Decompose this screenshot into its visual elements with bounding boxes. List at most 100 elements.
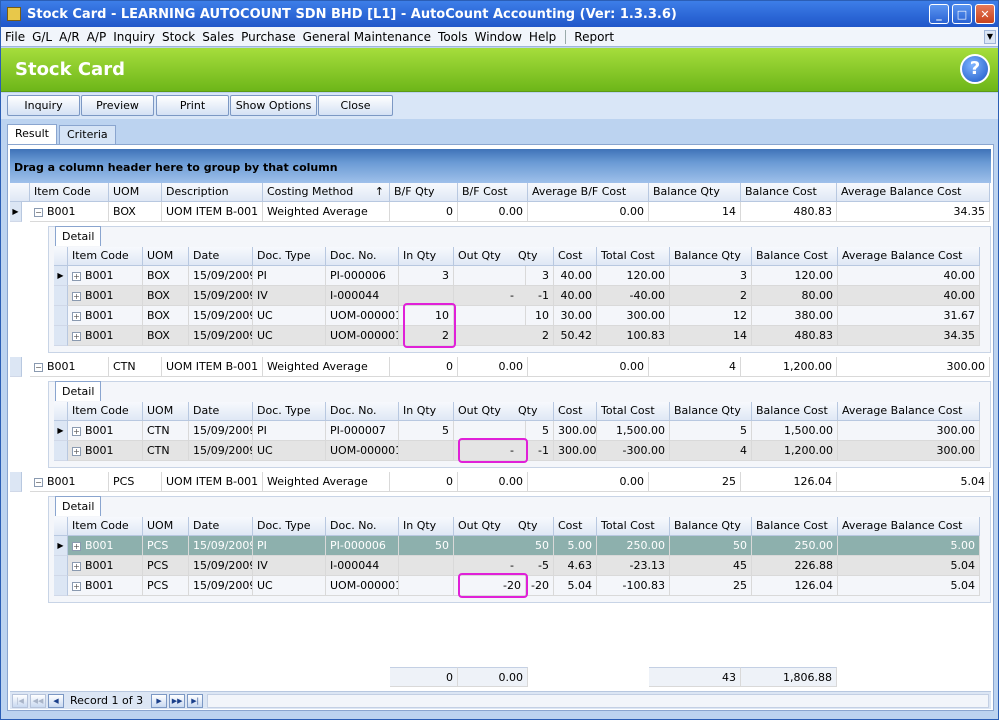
- detail-column-header-uom[interactable]: UOM: [143, 247, 189, 266]
- column-header-b-f-cost[interactable]: B/F Cost: [458, 183, 528, 202]
- nav-next-page-button[interactable]: ▶▶: [169, 693, 186, 708]
- detail-column-header-doc-no-[interactable]: Doc. No.: [326, 517, 399, 536]
- detail-column-header-date[interactable]: Date: [189, 517, 253, 536]
- detail-column-header-in-qty[interactable]: In Qty: [399, 517, 454, 536]
- expand-icon[interactable]: +: [72, 541, 81, 551]
- expand-icon[interactable]: +: [72, 331, 81, 341]
- print-button[interactable]: Print: [156, 95, 229, 116]
- expand-icon[interactable]: +: [72, 581, 81, 591]
- menu-item-a-r[interactable]: A/R: [59, 30, 80, 44]
- main-cell: 300.00: [837, 357, 990, 377]
- tab-criteria[interactable]: Criteria: [59, 125, 116, 144]
- nav-prev-button[interactable]: ◀: [48, 693, 64, 708]
- detail-column-header-item-code[interactable]: Item Code: [68, 402, 143, 421]
- menu-item-purchase[interactable]: Purchase: [241, 30, 296, 44]
- detail-cell: PI: [253, 421, 326, 441]
- detail-column-header-cost[interactable]: Cost: [554, 247, 597, 266]
- expand-icon[interactable]: +: [72, 271, 81, 281]
- expand-icon[interactable]: +: [72, 311, 81, 321]
- menu-item-stock[interactable]: Stock: [162, 30, 195, 44]
- detail-column-header-doc-type[interactable]: Doc. Type: [253, 247, 326, 266]
- detail-tab[interactable]: Detail: [55, 226, 102, 246]
- column-header-average-b-f-cost[interactable]: Average B/F Cost: [528, 183, 649, 202]
- close-window-button[interactable]: ✕: [975, 4, 995, 24]
- detail-column-header-total-cost[interactable]: Total Cost: [597, 402, 670, 421]
- help-icon[interactable]: ?: [960, 54, 990, 84]
- menu-item-window[interactable]: Window: [475, 30, 522, 44]
- detail-column-header-doc-type[interactable]: Doc. Type: [253, 402, 326, 421]
- detail-column-header-qty[interactable]: Qty: [514, 247, 554, 266]
- detail-column-header-cost[interactable]: Cost: [554, 517, 597, 536]
- expand-icon[interactable]: +: [72, 561, 81, 571]
- menu-item-help[interactable]: Help: [529, 30, 556, 44]
- nav-prev-page-button[interactable]: ◀◀: [30, 693, 46, 708]
- detail-column-header-average-balance-cost[interactable]: Average Balance Cost: [838, 247, 980, 266]
- detail-column-header-uom[interactable]: UOM: [143, 517, 189, 536]
- column-header-costing-method[interactable]: Costing Method ↑: [263, 183, 390, 202]
- nav-first-button[interactable]: |◀: [12, 693, 28, 708]
- column-header-b-f-qty[interactable]: B/F Qty: [390, 183, 458, 202]
- menu-item-sales[interactable]: Sales: [202, 30, 234, 44]
- menu-item-a-p[interactable]: A/P: [87, 30, 107, 44]
- expand-icon[interactable]: +: [72, 291, 81, 301]
- detail-tab[interactable]: Detail: [55, 381, 102, 401]
- detail-column-header-balance-qty[interactable]: Balance Qty: [670, 402, 752, 421]
- menu-item-g-l[interactable]: G/L: [32, 30, 52, 44]
- preview-button[interactable]: Preview: [81, 95, 154, 116]
- collapse-icon[interactable]: −: [34, 362, 43, 372]
- nav-next-button[interactable]: ▶: [151, 693, 168, 708]
- collapse-icon[interactable]: −: [34, 207, 43, 217]
- chevron-down-icon[interactable]: ▼: [984, 30, 996, 44]
- detail-column-header-uom[interactable]: UOM: [143, 402, 189, 421]
- expand-icon[interactable]: +: [72, 446, 81, 456]
- column-header-description[interactable]: Description: [162, 183, 263, 202]
- detail-column-header-balance-qty[interactable]: Balance Qty: [670, 517, 752, 536]
- menu-item-inquiry[interactable]: Inquiry: [113, 30, 155, 44]
- tab-result[interactable]: Result: [7, 124, 57, 145]
- detail-column-header-average-balance-cost[interactable]: Average Balance Cost: [838, 517, 980, 536]
- inquiry-button[interactable]: Inquiry: [7, 95, 80, 116]
- maximize-button[interactable]: □: [952, 4, 972, 24]
- minimize-button[interactable]: _: [929, 4, 949, 24]
- menu-item-general-maintenance[interactable]: General Maintenance: [303, 30, 431, 44]
- column-header-uom[interactable]: UOM: [109, 183, 162, 202]
- detail-column-header-date[interactable]: Date: [189, 247, 253, 266]
- detail-column-header-date[interactable]: Date: [189, 402, 253, 421]
- cell-text: B001: [85, 559, 114, 572]
- group-by-panel[interactable]: Drag a column header here to group by th…: [10, 149, 991, 183]
- detail-column-header-in-qty[interactable]: In Qty: [399, 402, 454, 421]
- menu-item-tools[interactable]: Tools: [438, 30, 468, 44]
- detail-column-header-in-qty[interactable]: In Qty: [399, 247, 454, 266]
- detail-column-header-item-code[interactable]: Item Code: [68, 247, 143, 266]
- detail-column-header-balance-cost[interactable]: Balance Cost: [752, 517, 838, 536]
- column-header-balance-qty[interactable]: Balance Qty: [649, 183, 741, 202]
- detail-tab[interactable]: Detail: [55, 496, 102, 516]
- horizontal-scrollbar[interactable]: [207, 693, 989, 708]
- menu-item-report[interactable]: Report: [574, 30, 614, 44]
- collapse-icon[interactable]: −: [34, 477, 43, 487]
- detail-column-header-total-cost[interactable]: Total Cost: [597, 517, 670, 536]
- menu-item-file[interactable]: File: [5, 30, 25, 44]
- detail-column-header-balance-cost[interactable]: Balance Cost: [752, 402, 838, 421]
- detail-column-header-doc-type[interactable]: Doc. Type: [253, 517, 326, 536]
- column-header-item-code[interactable]: Item Code: [30, 183, 109, 202]
- detail-column-header-doc-no-[interactable]: Doc. No.: [326, 402, 399, 421]
- detail-column-header-total-cost[interactable]: Total Cost: [597, 247, 670, 266]
- show-options-button[interactable]: Show Options: [230, 95, 317, 116]
- detail-column-header-balance-cost[interactable]: Balance Cost: [752, 247, 838, 266]
- expand-icon[interactable]: +: [72, 426, 81, 436]
- detail-column-header-item-code[interactable]: Item Code: [68, 517, 143, 536]
- cell-text: PI: [257, 269, 267, 282]
- nav-last-button[interactable]: ▶|: [187, 693, 204, 708]
- detail-column-header-balance-qty[interactable]: Balance Qty: [670, 247, 752, 266]
- column-header-average-balance-cost[interactable]: Average Balance Cost: [837, 183, 990, 202]
- detail-column-header-cost[interactable]: Cost: [554, 402, 597, 421]
- detail-column-header-average-balance-cost[interactable]: Average Balance Cost: [838, 402, 980, 421]
- column-header-balance-cost[interactable]: Balance Cost: [741, 183, 837, 202]
- detail-column-header-qty[interactable]: Qty: [514, 517, 554, 536]
- cell-text: 3: [740, 269, 747, 282]
- detail-cell: 15/09/2009: [189, 266, 253, 286]
- detail-column-header-doc-no-[interactable]: Doc. No.: [326, 247, 399, 266]
- detail-column-header-qty[interactable]: Qty: [514, 402, 554, 421]
- close-button[interactable]: Close: [318, 95, 393, 116]
